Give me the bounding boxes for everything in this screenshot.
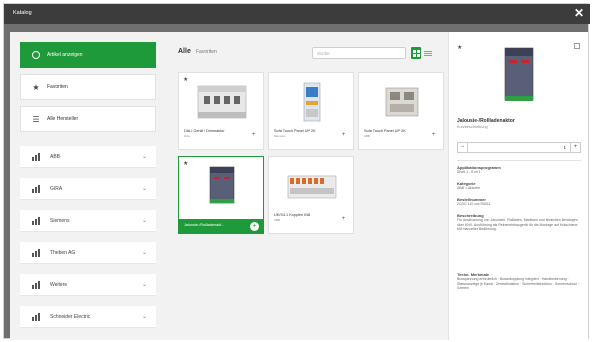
product-name: Jalousie-/Rollladenakt... [184, 223, 225, 227]
product-name: DALI Gerät / Dimmaktor [184, 129, 225, 133]
plus-icon[interactable]: + [249, 131, 258, 140]
category-bars-icon [32, 216, 42, 225]
plus-icon[interactable]: + [429, 131, 438, 140]
product-image [185, 165, 259, 207]
chevron-down-icon: ⌄ [142, 154, 148, 160]
sidebar: Artikel anzeigen ★ Favoriten ☰ Alle Hers… [20, 42, 156, 340]
section-value: 2CDG 110 xxx R0011 [457, 202, 491, 206]
category-bars-icon [32, 280, 42, 289]
product-card[interactable]: Sofa Touch Panel UP 2K ABB + [358, 72, 444, 150]
category-label: Schneider Electric [50, 313, 91, 320]
product-grid-area: Alle Favoriten ★ DALI Gerät / Dimmakt [164, 42, 444, 340]
plus-icon[interactable]: + [250, 222, 259, 231]
list-view-icon[interactable] [423, 47, 433, 59]
star-icon: ★ [32, 82, 40, 92]
category-item[interactable]: Schneider Electric ⌄ [20, 306, 156, 328]
product-card[interactable]: Sofa Touch Panel UP 2K Siemens + [268, 72, 354, 150]
category-bars-icon [32, 152, 42, 161]
product-name: UK/S4.1 Kopplen IN8 [274, 213, 311, 217]
tab-all[interactable]: Alle [178, 48, 191, 55]
divider [457, 160, 581, 161]
product-image [275, 81, 349, 123]
search-input[interactable] [312, 47, 406, 59]
list-icon: ☰ [32, 114, 40, 124]
category-item[interactable]: Theben AG ⌄ [20, 242, 156, 264]
checkmark-circle-icon [31, 50, 41, 60]
category-bars-icon [32, 312, 42, 321]
product-card-selected[interactable]: ★ Jalousie-/Rollladenakt... + [178, 156, 264, 234]
product-maker: ABB [274, 218, 281, 222]
star-icon[interactable]: ★ [457, 44, 462, 51]
catalog-body: Artikel anzeigen ★ Favoriten ☰ Alle Hers… [10, 32, 588, 340]
quantity-value[interactable]: 1 [468, 142, 570, 153]
product-card[interactable]: ★ DALI Gerät / Dimmaktor Gira + [178, 72, 264, 150]
close-icon[interactable]: ✕ [574, 7, 584, 19]
tab-favorites[interactable]: Favoriten [196, 49, 217, 55]
category-label: Siemens [50, 217, 70, 224]
all-makers-label: Alle Hersteller [47, 116, 79, 122]
minus-icon[interactable]: − [457, 142, 468, 153]
all-makers-button[interactable]: ☰ Alle Hersteller [20, 106, 156, 132]
category-item[interactable]: ABB ⌄ [20, 146, 156, 168]
detail-subtitle: Kurzbeschreibung [457, 125, 488, 129]
product-name: Sofa Touch Panel UP 2K [274, 129, 316, 133]
category-label: Theben AG [50, 249, 76, 256]
chevron-down-icon: ⌄ [142, 282, 148, 288]
category-item[interactable]: Weitere ⌄ [20, 274, 156, 296]
favorites-button[interactable]: ★ Favoriten [20, 74, 156, 100]
product-image [365, 81, 439, 123]
product-card[interactable]: UK/S4.1 Kopplen IN8 ABB + [268, 156, 354, 234]
show-articles-label: Artikel anzeigen [47, 52, 83, 58]
chevron-down-icon: ⌄ [142, 250, 148, 256]
detail-title: Jalousie-/Rollladenaktor [457, 118, 515, 124]
chevron-down-icon: ⌄ [142, 186, 148, 192]
product-image [185, 81, 259, 123]
plus-icon[interactable]: + [339, 131, 348, 140]
grid-view-icon[interactable] [411, 47, 421, 59]
product-maker: ABB [364, 134, 371, 138]
section-value: ABB > Aktoren [457, 186, 480, 190]
product-maker: Siemens [274, 134, 286, 138]
category-item[interactable]: Siemens ⌄ [20, 210, 156, 232]
category-label: Weitere [50, 281, 68, 288]
plus-icon[interactable]: + [339, 215, 348, 224]
title-bar: Katalog ✕ [4, 4, 590, 24]
category-bars-icon [32, 248, 42, 257]
category-label: GIRA [50, 185, 63, 192]
product-maker: Gira [184, 134, 190, 138]
favorites-label: Favoriten [47, 84, 68, 90]
catalog-window: Katalog ✕ Artikel anzeigen ★ Favoriten ☰… [3, 3, 590, 340]
category-label: ABB [50, 153, 61, 160]
chevron-down-icon: ⌄ [142, 314, 148, 320]
expand-icon[interactable] [574, 43, 580, 49]
product-image [275, 165, 349, 207]
window-title: Katalog [13, 10, 32, 16]
chevron-down-icon: ⌄ [142, 218, 148, 224]
section-value: Shutt 1 - 6 ch 1 [457, 170, 481, 174]
category-bars-icon [32, 184, 42, 193]
quantity-stepper: − 1 + [457, 142, 581, 153]
product-name: Sofa Touch Panel UP 2K [364, 129, 406, 133]
plus-icon[interactable]: + [570, 142, 581, 153]
product-detail-panel: ★ Jalousie-/Rollladenaktor Kurzbeschreib… [448, 32, 588, 340]
section-value: Busspannung erforderlich · Busankopplung… [457, 277, 580, 291]
detail-product-image [489, 42, 549, 110]
category-item[interactable]: GIRA ⌄ [20, 178, 156, 200]
section-value: Für Ansteuerung von Jalousien, Rollläden… [457, 218, 579, 232]
show-articles-button[interactable]: Artikel anzeigen [20, 42, 156, 68]
